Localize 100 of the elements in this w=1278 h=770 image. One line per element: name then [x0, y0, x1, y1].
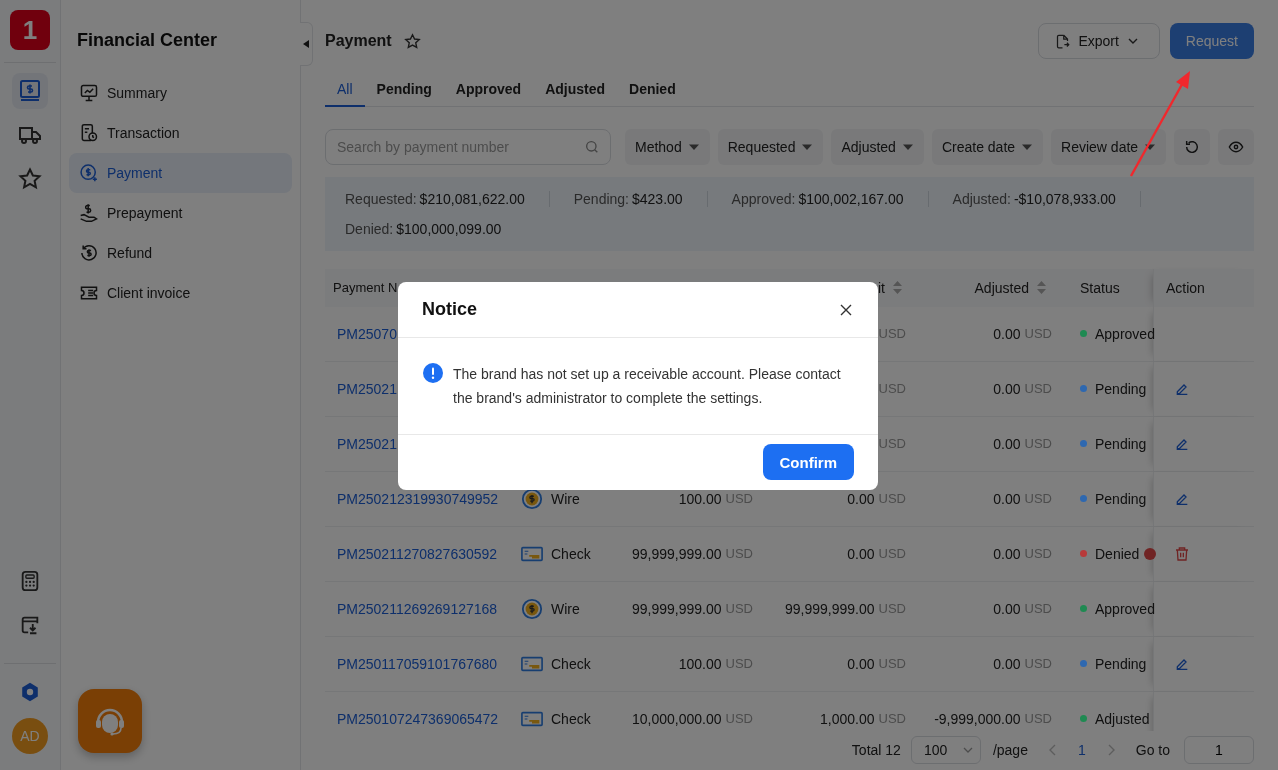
status-label: Pending: [1095, 380, 1147, 397]
summary-label: Denied:: [345, 220, 394, 237]
amount-value: 0.00: [993, 655, 1021, 672]
goto-label: Go to: [1135, 742, 1170, 759]
info-icon[interactable]: [1144, 547, 1156, 560]
payment-number-link[interactable]: PM25070: [337, 325, 397, 342]
summary-label: Requested:: [345, 190, 417, 207]
amount-value: 1,000.00: [820, 710, 875, 727]
dialog-message: The brand has not set up a receivable account. Please contact the brand's administrator to complete the settings.: [453, 365, 842, 408]
status-label: Pending: [1095, 490, 1147, 507]
status-label: Adjusted: [1095, 710, 1150, 727]
check-icon: [521, 709, 543, 728]
confirm-button[interactable]: Confirm: [762, 444, 854, 480]
filter-tab[interactable]: All: [325, 74, 365, 107]
sidebar-item[interactable]: Refund: [69, 233, 292, 273]
status-label: Approved: [1095, 600, 1155, 617]
amount-value: 99,999,999.00: [785, 600, 875, 617]
sidebar-item[interactable]: Client invoice: [69, 273, 292, 313]
payment-number-link[interactable]: PM250107247369065472: [337, 710, 499, 727]
app-logo[interactable]: 1: [10, 10, 50, 50]
export-button[interactable]: Export: [1038, 23, 1160, 60]
amount-value: 0.00: [993, 600, 1021, 617]
sidebar-title: Financial Center: [76, 30, 219, 52]
payment-number-link[interactable]: PM25021: [337, 380, 397, 397]
exclamation-icon: [423, 363, 443, 383]
method-label: Check: [551, 545, 591, 562]
summary-label: Approved:: [731, 190, 796, 207]
sidebar-item[interactable]: Transaction: [69, 113, 292, 153]
amount-value: 99,999,999.00: [632, 545, 722, 562]
payment-number-link[interactable]: PM250212319930749952: [337, 490, 499, 507]
amount-value: 0.00: [847, 545, 875, 562]
delete-icon[interactable]: [1174, 545, 1190, 562]
column-header: Adjusted: [974, 279, 1029, 296]
status-label: Denied: [1095, 545, 1140, 562]
calculator-icon[interactable]: [19, 570, 41, 592]
summary-value: $423.00: [632, 190, 683, 207]
wire-transfer-icon: [521, 597, 543, 620]
filter-dropdown[interactable]: Method: [625, 128, 710, 165]
filter-tab[interactable]: Denied: [617, 74, 688, 107]
payment-number-link[interactable]: PM250211269269127168: [337, 600, 498, 617]
dollar-plus-icon: [79, 163, 99, 183]
payment-number-link[interactable]: PM250117059101767680: [337, 655, 498, 672]
view-button[interactable]: [1218, 128, 1255, 165]
filter-dropdown[interactable]: Requested: [717, 128, 824, 165]
filter-tab[interactable]: Adjusted: [533, 74, 618, 107]
amount-value: 99,999,999.00: [632, 600, 722, 617]
summary-value: $210,081,622.00: [419, 190, 525, 207]
refresh-icon: [1184, 138, 1201, 155]
amount-value: 0.00: [993, 435, 1021, 452]
support-button[interactable]: [78, 689, 142, 753]
filter-tab[interactable]: Approved: [443, 74, 534, 107]
favorite-star-icon[interactable]: [403, 32, 421, 50]
request-button[interactable]: Request: [1169, 23, 1254, 60]
column-header: Action: [1166, 279, 1205, 296]
sort-icon[interactable]: [893, 281, 902, 295]
summary-value: $100,002,167.00: [798, 190, 904, 207]
amount-value: 0.00: [847, 655, 875, 672]
ticket-icon: [79, 283, 99, 303]
page-size-select[interactable]: 100: [910, 736, 981, 765]
filter-dropdown[interactable]: Review date: [1051, 128, 1167, 165]
goto-page-field[interactable]: 1: [1184, 736, 1254, 765]
per-page-label: /page: [992, 742, 1028, 759]
check-icon: [521, 544, 543, 563]
check-icon: [521, 654, 543, 673]
star-icon: [18, 167, 42, 191]
summary-value: -$10,078,933.00: [1013, 190, 1116, 207]
monitor-chart-icon: [79, 83, 99, 103]
amount-value: -9,999,000.00: [934, 710, 1021, 727]
column-header: Status: [1080, 279, 1120, 296]
payment-number-link[interactable]: PM250211270827630592: [337, 545, 498, 562]
sidebar-item[interactable]: Prepayment: [69, 193, 292, 233]
collapse-handle[interactable]: [300, 22, 313, 66]
download-icon[interactable]: [19, 614, 41, 636]
amount-value: 0.00: [847, 490, 875, 507]
amount-value: 0.00: [993, 325, 1021, 342]
sidebar-item[interactable]: Payment: [69, 153, 292, 193]
filter-dropdown[interactable]: Create date: [931, 128, 1044, 165]
status-label: Pending: [1095, 655, 1147, 672]
filter-dropdown[interactable]: Adjusted: [831, 128, 924, 165]
close-icon[interactable]: [840, 303, 852, 316]
column-header: Payment N: [333, 280, 398, 296]
payment-number-link[interactable]: PM25021: [337, 435, 397, 452]
method-label: Check: [551, 655, 591, 672]
summary-value: $100,000,099.00: [396, 220, 502, 237]
search-icon[interactable]: [584, 138, 600, 155]
caret-icon: [901, 142, 914, 151]
summary-label: Adjusted:: [952, 190, 1011, 207]
amount-value: 10,000,000.00: [632, 710, 722, 727]
method-label: Check: [551, 710, 591, 727]
settings-icon[interactable]: [19, 681, 41, 703]
rail-nav-button[interactable]: [12, 73, 48, 109]
amount-value: 0.00: [993, 380, 1021, 397]
sort-icon[interactable]: [1037, 281, 1046, 295]
sidebar-item[interactable]: Summary: [69, 73, 292, 113]
amount-value: 0.00: [993, 490, 1021, 507]
page-number[interactable]: 1: [1077, 742, 1086, 759]
caret-icon: [1021, 142, 1034, 151]
filter-tab[interactable]: Pending: [364, 74, 444, 107]
refresh-button[interactable]: [1174, 128, 1211, 165]
column-header: it: [878, 279, 885, 296]
